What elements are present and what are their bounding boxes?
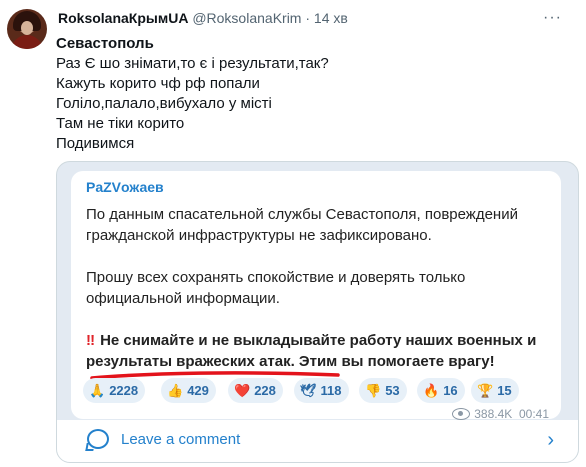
leave-comment-label: Leave a comment [121, 431, 241, 448]
reaction-thumbs-down[interactable]: 👎 53 [359, 378, 407, 403]
more-dots-icon[interactable]: ··· [543, 9, 562, 27]
warning-paragraph: ‼ Не снимайте и не выкладывайте работу на… [86, 330, 556, 372]
tweet-line: Кажуть корито чф рф попали [56, 75, 260, 92]
chevron-right-icon: › [547, 429, 554, 451]
dove-icon: 🕊 [300, 382, 317, 398]
avatar[interactable] [7, 9, 47, 49]
message-paragraph: Прошу всех сохранять спокойствие и довер… [86, 269, 466, 307]
thumbs-down-icon: 👎 [365, 382, 382, 398]
reaction-heart[interactable]: ❤️ 228 [228, 378, 283, 403]
message-time: 00:41 [518, 407, 549, 421]
embedded-screenshot[interactable]: PaZVожаев По данным спасательной службы … [56, 161, 579, 463]
display-name[interactable]: RoksolanaКрымUA [58, 10, 188, 26]
reaction-count: 429 [187, 383, 209, 398]
message-paragraph: По данным спасательной службы Севастопол… [86, 206, 518, 244]
reaction-thumbs-up[interactable]: 👍 429 [161, 378, 216, 403]
reaction-count: 16 [443, 383, 458, 398]
reaction-dove[interactable]: 🕊 118 [294, 378, 349, 403]
pray-icon: 🙏 [89, 382, 106, 398]
reaction-fire[interactable]: 🔥 16 [417, 378, 465, 403]
reaction-count: 118 [320, 383, 342, 398]
double-exclamation-icon: ‼ [86, 332, 96, 349]
message-body: По данным спасательной службы Севастопол… [86, 204, 556, 393]
tweet-line: Подивимся [56, 135, 135, 152]
leave-comment-row[interactable]: Leave a comment › [57, 420, 578, 462]
comment-bubble-icon [87, 429, 109, 449]
reaction-trophy[interactable]: 🏆 15 [471, 378, 519, 403]
reaction-count: 228 [254, 383, 276, 398]
reaction-count: 2228 [109, 383, 139, 398]
channel-name: PaZVожаев [86, 179, 164, 195]
tweet-line: Раз Є шо знімати,то є і результати,так? [56, 55, 329, 72]
thumbs-up-icon: 👍 [167, 382, 184, 398]
tweet-time[interactable]: · 14 хв [305, 10, 347, 26]
tweet-line: Севастополь [56, 35, 154, 52]
fire-icon: 🔥 [423, 382, 440, 398]
reaction-count: 53 [385, 383, 400, 398]
eye-icon [452, 408, 471, 420]
reaction-count: 15 [497, 383, 512, 398]
view-count: 388.4K [474, 407, 513, 421]
tweet-text: Севастополь Раз Є шо знімати,то є і резу… [56, 34, 329, 154]
tweet-line: Там не тіки корито [56, 115, 185, 132]
trophy-icon: 🏆 [477, 382, 494, 398]
warning-text: Не снимайте и не выкладывайте работу наш… [86, 332, 537, 370]
heart-icon: ❤️ [234, 382, 251, 398]
tweet-line: Голіло,палало,вибухало у місті [56, 95, 272, 112]
reaction-pray[interactable]: 🙏 2228 [83, 378, 146, 403]
user-handle[interactable]: @RoksolanaKrim [192, 10, 301, 26]
tweet-header: RoksolanaКрымUA @RoksolanaKrim · 14 хв [58, 10, 348, 26]
view-stats: 388.4K 00:41 [452, 407, 549, 421]
telegram-message: PaZVожаев По данным спасательной службы … [71, 171, 561, 421]
